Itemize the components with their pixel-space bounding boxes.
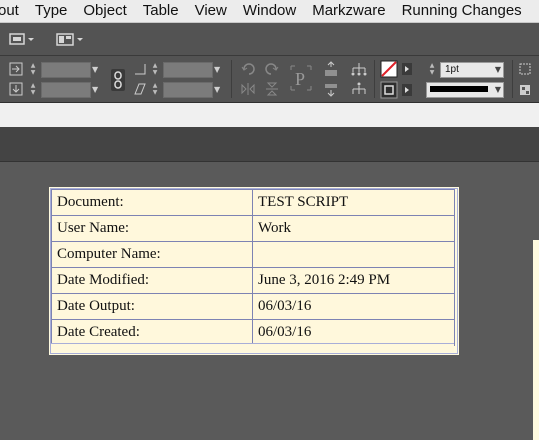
drop-shadow-icon[interactable] [518,83,534,100]
stroke-weight-dropdown-icon[interactable]: ▼ [495,65,501,74]
application-bar [0,23,539,56]
document-page: Document: TEST SCRIPT User Name: Work Co… [0,162,539,440]
space-after-icon [9,82,23,99]
table-cell-label[interactable]: Document: [51,189,253,216]
table-cell-value[interactable]: 06/03/16 [252,319,455,346]
stroke-weight-input[interactable]: 1pt ▼ [440,62,504,78]
svg-text:P: P [295,69,305,89]
rotation-icon [133,62,147,79]
stroke-swatch-menu-icon[interactable] [402,84,412,99]
rotation-stepper[interactable]: ▲ ▼ [150,62,160,76]
stroke-type-select[interactable]: ▼ [426,82,504,98]
shear-input[interactable] [163,82,213,98]
select-next-icon[interactable] [350,81,368,100]
screen-mode-icon[interactable] [8,32,34,49]
divider [374,60,375,98]
menu-object[interactable]: Object [75,0,134,22]
select-container-icon[interactable] [323,61,339,80]
table-cell-value[interactable] [252,241,455,268]
menu-view[interactable]: View [187,0,235,22]
rotation-input[interactable] [163,62,213,78]
table-frame-bottom [51,343,454,352]
table-cell-label[interactable]: Date Created: [51,319,253,346]
paragraph-p-icon[interactable]: P [289,64,313,98]
stroke-swatch-icon[interactable] [380,81,398,102]
shear-stepper[interactable]: ▲ ▼ [150,82,160,96]
space-before-stepper[interactable]: ▲ ▼ [28,62,38,76]
flip-vertical-icon[interactable] [264,81,280,100]
menu-markzware[interactable]: Markzware [304,0,393,22]
space-after-dropdown-icon[interactable]: ▼ [92,85,98,94]
table-cell-value[interactable]: June 3, 2016 2:49 PM [252,267,455,294]
divider [231,60,232,98]
stroke-weight-stepper[interactable]: ▲ ▼ [427,62,437,76]
shear-icon [133,82,147,99]
menu-table[interactable]: Table [135,0,187,22]
table-row: Computer Name: [51,241,455,268]
constrain-proportions-icon[interactable] [111,69,125,94]
table-cell-label[interactable]: Date Output: [51,293,253,320]
document-tab-bar [0,103,539,127]
flip-horizontal-icon[interactable] [240,81,256,100]
table-row: Date Created: 06/03/16 [51,319,455,346]
menu-window[interactable]: Window [235,0,304,22]
stroke-type-dropdown-icon[interactable]: ▼ [495,85,501,94]
table-cell-value[interactable]: Work [252,215,455,242]
menu-type[interactable]: Type [27,0,76,22]
table-cell-label[interactable]: Date Modified: [51,267,253,294]
select-content-icon[interactable] [323,81,339,100]
control-panel: ▲ ▼ ▼ ▲ ▼ ▼ ▲ ▼ ▼ ▲ ▼ ▼ P ▲ ▼ 1pt ▼ ▼ [0,56,539,103]
rotate-cw-icon[interactable] [240,61,256,80]
select-previous-icon[interactable] [350,61,368,80]
document-info-table[interactable]: Document: TEST SCRIPT User Name: Work Co… [51,189,455,346]
fill-swatch-menu-icon[interactable] [402,63,412,78]
rotate-ccw-icon[interactable] [264,61,280,80]
shear-dropdown-icon[interactable]: ▼ [214,85,220,94]
table-cell-label[interactable]: User Name: [51,215,253,242]
table-row: User Name: Work [51,215,455,242]
stroke-type-preview [430,86,488,92]
ruler-strip [0,127,539,162]
space-before-input[interactable] [41,62,91,78]
adjacent-page-edge [533,240,539,440]
table-row: Date Modified: June 3, 2016 2:49 PM [51,267,455,294]
menu-bar: out Type Object Table View Window Markzw… [0,0,539,23]
rotation-dropdown-icon[interactable]: ▼ [214,65,220,74]
space-after-stepper[interactable]: ▲ ▼ [28,82,38,96]
arrange-documents-icon[interactable] [56,32,86,49]
stroke-weight-value: 1pt [445,64,459,75]
table-cell-value[interactable]: 06/03/16 [252,293,455,320]
table-cell-label[interactable]: Computer Name: [51,241,253,268]
space-after-input[interactable] [41,82,91,98]
table-row: Date Output: 06/03/16 [51,293,455,320]
frame-fitting-icon[interactable] [518,62,534,79]
menu-layout[interactable]: out [0,0,27,22]
menu-running-changes[interactable]: Running Changes [394,0,530,22]
divider [512,60,513,98]
table-row: Document: TEST SCRIPT [51,189,455,216]
fill-none-swatch-icon[interactable] [380,60,398,81]
space-before-icon [9,62,23,79]
table-cell-value[interactable]: TEST SCRIPT [252,189,455,216]
space-before-dropdown-icon[interactable]: ▼ [92,65,98,74]
pasteboard: Document: TEST SCRIPT User Name: Work Co… [0,162,539,440]
